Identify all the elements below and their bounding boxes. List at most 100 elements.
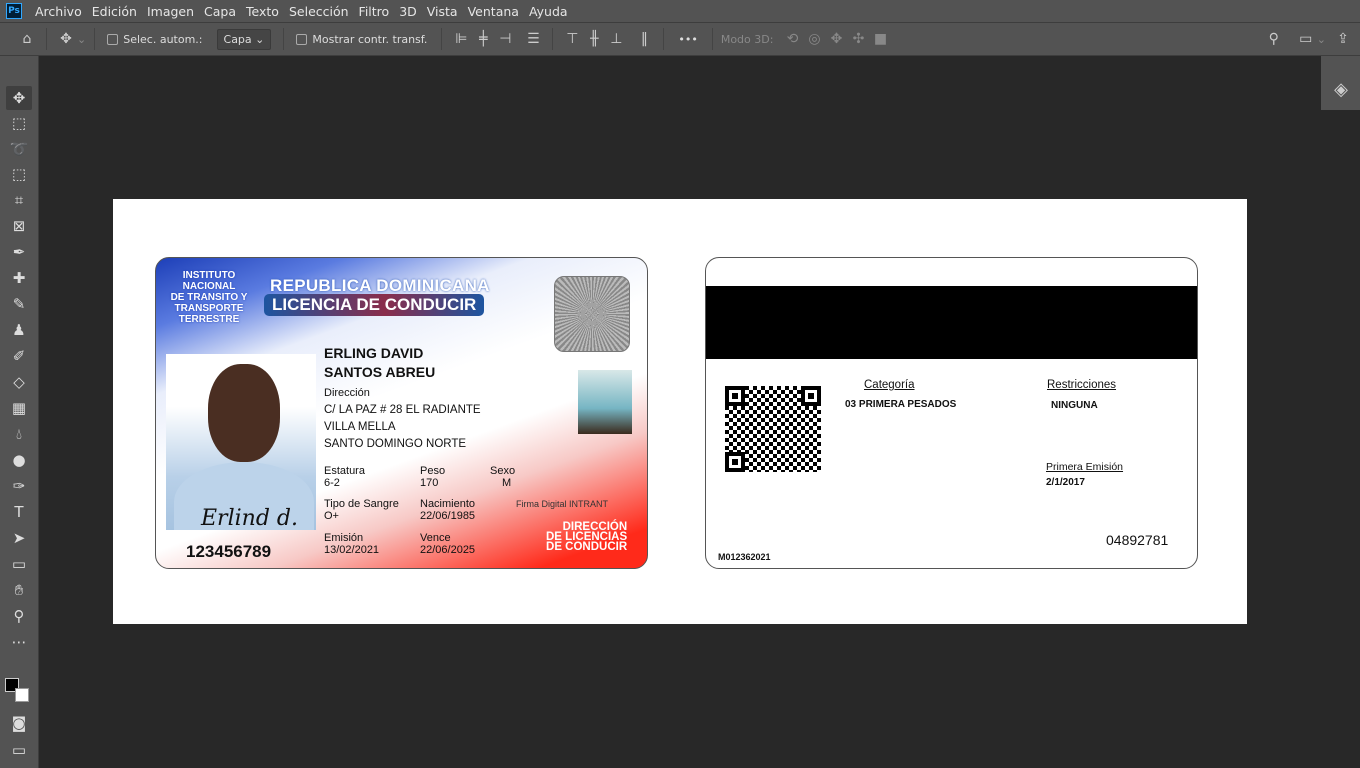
- distribute-horizontal-icon[interactable]: ‖: [633, 28, 655, 50]
- align-middle-icon[interactable]: ╫: [583, 28, 605, 50]
- digital-signature-label: Firma Digital INTRANT: [516, 499, 609, 509]
- blood-field: Tipo de Sangre O+: [324, 498, 399, 522]
- quick-mask-icon[interactable]: ◙: [6, 711, 32, 735]
- layer-select-value: Capa: [223, 32, 252, 46]
- stamp-tool-icon[interactable]: ♟: [6, 318, 32, 342]
- auto-select-label: Selec. autom.:: [123, 32, 203, 46]
- layer-select[interactable]: Capa ⌄: [216, 28, 272, 50]
- chevron-down-icon[interactable]: ⌄: [1317, 33, 1326, 46]
- issue-value: 13/02/2021: [324, 544, 380, 556]
- blood-value: O+: [324, 510, 339, 522]
- show-transform-checkbox[interactable]: [296, 33, 308, 45]
- menu-imagen[interactable]: Imagen: [142, 4, 199, 19]
- healing-brush-icon[interactable]: ✚: [6, 266, 32, 290]
- 3d-rotate-icon[interactable]: ⟲: [781, 28, 803, 50]
- brush-tool-icon[interactable]: ✎: [6, 292, 32, 316]
- institute-line: DE TRANSITO Y: [170, 292, 248, 303]
- divider: [441, 28, 443, 50]
- move-tool-icon[interactable]: ✥: [6, 86, 32, 110]
- first-issue-label: Primera Emisión: [1046, 461, 1124, 473]
- ghost-photo: [578, 370, 632, 434]
- move-tool-icon[interactable]: ✥: [55, 28, 77, 50]
- divider: [552, 28, 554, 50]
- menu-edicion[interactable]: Edición: [87, 4, 142, 19]
- menu-ventana[interactable]: Ventana: [463, 4, 524, 19]
- object-select-tool-icon[interactable]: ⬚: [6, 162, 32, 186]
- 3d-roll-icon[interactable]: ◎: [803, 28, 825, 50]
- divider: [94, 28, 96, 50]
- search-icon[interactable]: ⚲: [1263, 28, 1285, 50]
- frame-tool-icon[interactable]: ⊠: [6, 214, 32, 238]
- chevron-down-icon[interactable]: ⌄: [77, 33, 86, 46]
- share-icon[interactable]: ⇪: [1332, 28, 1354, 50]
- lasso-tool-icon[interactable]: ➰: [6, 137, 32, 161]
- last-name: SANTOS ABREU: [324, 364, 436, 380]
- address-line: VILLA MELLA: [324, 421, 396, 433]
- layers-panel-collapsed: ◈: [1321, 56, 1360, 110]
- type-tool-icon[interactable]: T: [6, 500, 32, 524]
- menu-3d[interactable]: 3D: [394, 4, 422, 19]
- height-label: Estatura: [324, 465, 365, 477]
- blood-label: Tipo de Sangre: [324, 498, 399, 510]
- path-select-icon[interactable]: ➤: [6, 526, 32, 550]
- coat-of-arms-seal: [554, 276, 630, 352]
- license-front: INSTITUTO NACIONAL DE TRANSITO Y TRANSPO…: [155, 257, 648, 569]
- dodge-tool-icon[interactable]: ●: [6, 448, 32, 472]
- divider: [711, 28, 713, 50]
- layers-icon[interactable]: ◈: [1330, 78, 1352, 100]
- show-transform-label: Mostrar contr. transf.: [312, 32, 428, 46]
- license-number: 123456789: [186, 542, 272, 561]
- more-options-button[interactable]: •••: [678, 33, 697, 46]
- menu-ayuda[interactable]: Ayuda: [524, 4, 573, 19]
- license-title: LICENCIA DE CONDUCIR: [264, 294, 485, 316]
- magnetic-stripe: [706, 286, 1197, 359]
- align-right-icon[interactable]: ⊣: [494, 28, 516, 50]
- sex-value: M: [502, 477, 512, 489]
- align-top-icon[interactable]: ⊤: [561, 28, 583, 50]
- country-title: REPUBLICA DOMINICANA: [270, 276, 490, 295]
- gradient-tool-icon[interactable]: ▦: [6, 396, 32, 420]
- menu-seleccion[interactable]: Selección: [284, 4, 354, 19]
- auto-select-checkbox[interactable]: [107, 33, 119, 45]
- first-name: ERLING DAVID: [324, 345, 424, 361]
- marquee-tool-icon[interactable]: ⬚: [6, 111, 32, 135]
- rectangle-tool-icon[interactable]: ▭: [6, 552, 32, 576]
- eyedropper-tool-icon[interactable]: ✒: [6, 240, 32, 264]
- institute-name: INSTITUTO NACIONAL DE TRANSITO Y TRANSPO…: [170, 270, 248, 325]
- hand-tool-icon[interactable]: ✋︎: [6, 578, 32, 602]
- zoom-tool-icon[interactable]: ⚲: [6, 604, 32, 628]
- crop-tool-icon[interactable]: ⌗: [6, 188, 32, 212]
- blur-tool-icon[interactable]: 💧︎: [6, 422, 32, 446]
- background-color-swatch[interactable]: [15, 688, 29, 702]
- qr-code: [725, 386, 821, 472]
- home-icon[interactable]: ⌂: [16, 28, 38, 50]
- menu-texto[interactable]: Texto: [241, 4, 284, 19]
- eraser-tool-icon[interactable]: ◇: [6, 370, 32, 394]
- address-line: SANTO DOMINGO NORTE: [324, 438, 467, 450]
- holder-signature: Erlind d.: [201, 506, 298, 531]
- department-line: DE CONDUCIR: [546, 541, 628, 553]
- restrictions-value: NINGUNA: [1051, 400, 1098, 411]
- 3d-slide-icon[interactable]: ✣: [847, 28, 869, 50]
- divider: [663, 28, 665, 50]
- pen-tool-icon[interactable]: ✑: [6, 474, 32, 498]
- menu-filtro[interactable]: Filtro: [354, 4, 395, 19]
- 3d-camera-icon[interactable]: ■: [869, 28, 891, 50]
- align-left-icon[interactable]: ⊫: [450, 28, 472, 50]
- align-center-icon[interactable]: ╪: [472, 28, 494, 50]
- menu-vista[interactable]: Vista: [422, 4, 463, 19]
- history-brush-icon[interactable]: ✐: [6, 344, 32, 368]
- institute-line: TRANSPORTE: [174, 303, 244, 314]
- distribute-icon[interactable]: ☰: [522, 28, 544, 50]
- menu-capa[interactable]: Capa: [199, 4, 241, 19]
- menu-archivo[interactable]: Archivo: [30, 4, 87, 19]
- more-tools-icon[interactable]: ⋯: [6, 630, 32, 654]
- align-bottom-icon[interactable]: ⊥: [605, 28, 627, 50]
- issue-field: Emisión 13/02/2021: [324, 532, 379, 556]
- screen-mode-icon[interactable]: ▭: [6, 738, 32, 762]
- 3d-pan-icon[interactable]: ✥: [825, 28, 847, 50]
- workspace-icon[interactable]: ▭: [1295, 28, 1317, 50]
- restrictions-label: Restricciones: [1047, 379, 1117, 391]
- institute-line: TERRESTRE: [178, 314, 240, 325]
- document-canvas[interactable]: INSTITUTO NACIONAL DE TRANSITO Y TRANSPO…: [113, 199, 1247, 624]
